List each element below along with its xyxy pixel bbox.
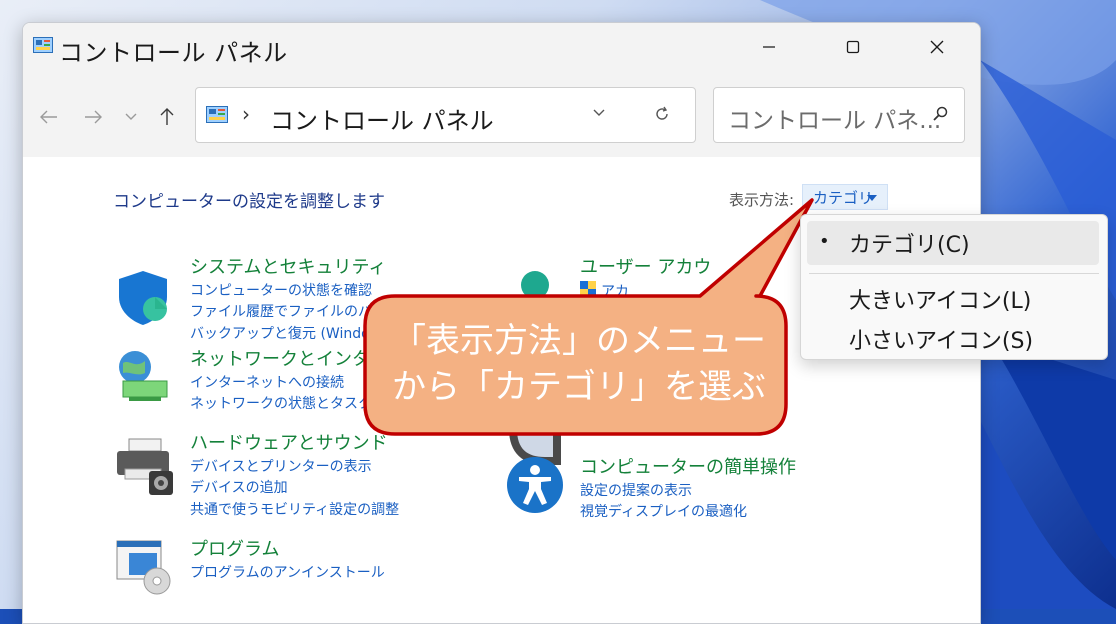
control-panel-app-icon — [33, 37, 53, 53]
page-heading: コンピューターの設定を調整します — [113, 192, 385, 212]
view-by-value: カテゴリ — [813, 189, 874, 207]
category-link[interactable]: アカ — [601, 281, 629, 301]
control-panel-location-icon — [206, 106, 228, 123]
search-placeholder: コントロール パネ... — [728, 108, 942, 134]
programs-icon — [116, 540, 171, 595]
callout-line-2: から「カテゴリ」を選ぶ — [392, 367, 766, 407]
back-button[interactable] — [37, 105, 61, 129]
printer-icon — [117, 438, 173, 495]
minimize-button[interactable] — [726, 23, 812, 71]
close-button[interactable] — [894, 23, 980, 71]
category-title[interactable]: ユーザー アカウ — [580, 253, 711, 279]
maximize-icon — [846, 40, 860, 54]
callout-line-1: 「表示方法」のメニュー — [392, 321, 766, 361]
category-link[interactable]: プログラムのアンインストール — [190, 562, 385, 582]
address-dropdown-icon[interactable] — [592, 106, 606, 120]
search-icon — [933, 106, 948, 121]
category-title[interactable]: プログラム — [190, 535, 279, 561]
address-bar[interactable]: › コントロール パネル — [195, 87, 696, 143]
view-by-dropdown[interactable]: カテゴリ — [802, 184, 888, 210]
selected-bullet-icon: • — [819, 231, 830, 252]
category-title[interactable]: システムとセキュリティ — [190, 253, 386, 279]
network-icon — [119, 351, 168, 401]
menu-item-large-icons[interactable]: 大きいアイコン(L) — [849, 283, 1031, 315]
category-title[interactable]: コンピューターの簡単操作 — [580, 453, 796, 479]
up-arrow-icon — [160, 108, 174, 125]
breadcrumb-separator: › — [242, 102, 250, 126]
category-link[interactable]: インターネットへの接続 — [190, 372, 344, 392]
view-by-menu: • カテゴリ(C) 大きいアイコン(L) 小さいアイコン(S) — [800, 214, 1108, 360]
category-link[interactable]: コンピューターの状態を確認 — [190, 280, 372, 300]
search-box[interactable]: コントロール パネ... — [713, 87, 965, 143]
menu-item-category[interactable]: カテゴリ(C) — [849, 227, 970, 259]
close-icon — [930, 40, 944, 54]
view-by-label: 表示方法: — [729, 191, 795, 209]
refresh-icon[interactable] — [654, 106, 670, 122]
menu-item-small-icons[interactable]: 小さいアイコン(S) — [849, 323, 1033, 355]
accessibility-icon — [507, 457, 563, 513]
category-link[interactable]: ネットワークの状態とタスクの表 — [190, 393, 400, 413]
dropdown-caret-icon — [867, 195, 877, 201]
forward-arrow-icon — [85, 110, 102, 124]
breadcrumb-control-panel[interactable]: コントロール パネル — [270, 101, 494, 136]
up-button[interactable] — [155, 105, 179, 129]
category-title[interactable]: ネットワークとインターネ — [190, 345, 406, 371]
window-title: コントロール パネル — [59, 39, 288, 67]
recent-locations-button[interactable] — [119, 105, 143, 129]
shield-icon — [119, 271, 167, 325]
category-link[interactable]: デバイスとプリンターの表示 — [190, 456, 372, 476]
title-bar: コントロール パネル — [23, 23, 980, 71]
minimize-icon — [763, 46, 775, 48]
category-link[interactable]: デバイスの追加 — [190, 477, 288, 497]
maximize-button[interactable] — [810, 23, 896, 71]
back-arrow-icon — [40, 110, 57, 124]
category-link[interactable]: 共通で使うモビリティ設定の調整 — [190, 499, 399, 519]
menu-divider — [809, 273, 1099, 274]
category-link[interactable]: バックアップと復元 (Windows — [190, 323, 388, 343]
chevron-down-icon — [125, 113, 137, 120]
callout-text: 「表示方法」のメニュー から「カテゴリ」を選ぶ — [378, 318, 780, 410]
uac-shield-icon — [580, 281, 596, 297]
category-title[interactable]: ハードウェアとサウンド — [190, 429, 388, 455]
forward-button[interactable] — [81, 105, 105, 129]
category-link[interactable]: 視覚ディスプレイの最適化 — [580, 501, 747, 521]
category-link[interactable]: 設定の提案の表示 — [580, 480, 692, 500]
